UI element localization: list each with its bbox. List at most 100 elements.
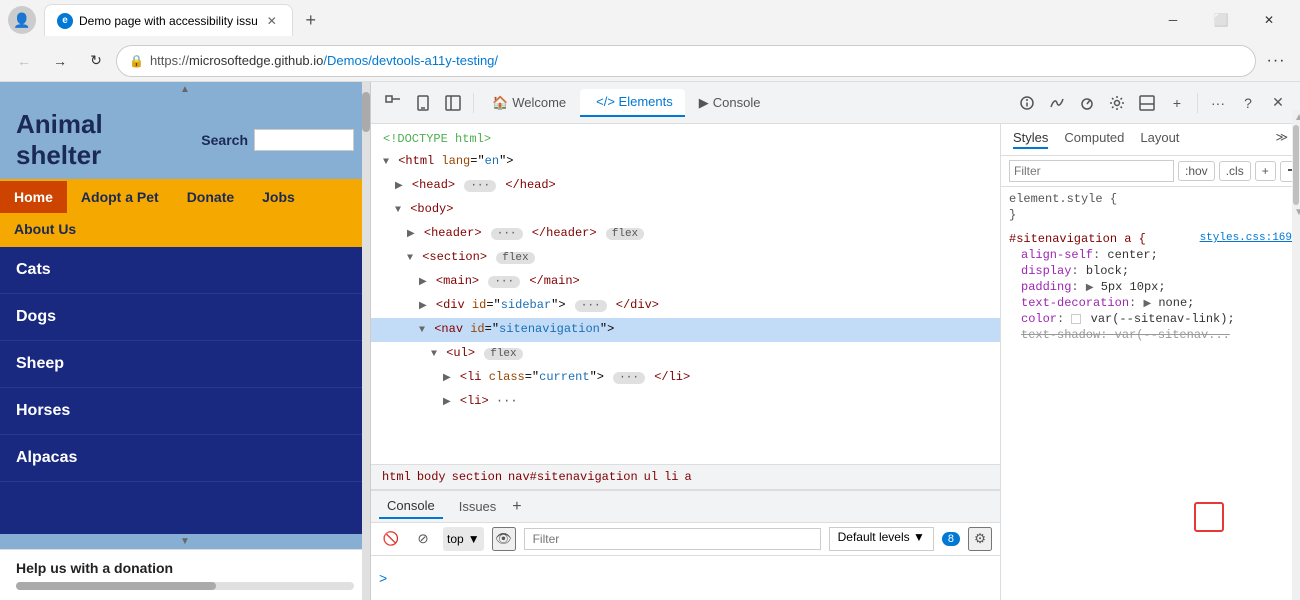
expand-icon[interactable]: ▶ [443, 373, 451, 384]
animal-item-alpacas[interactable]: Alpacas [0, 435, 370, 482]
expand-icon[interactable]: ▶ [419, 301, 427, 312]
bc-ul[interactable]: ul [641, 470, 661, 484]
add-panel-button[interactable]: + [1163, 89, 1191, 117]
title-bar: 👤 Demo page with accessibility issu ✕ + … [0, 0, 1300, 40]
search-input[interactable] [254, 129, 354, 151]
bc-html[interactable]: html [379, 470, 414, 484]
address-bar[interactable]: 🔒 https://microsoftedge.github.io/Demos/… [116, 45, 1256, 77]
padding-expand[interactable]: ▶ [1086, 283, 1094, 294]
tab-elements[interactable]: </> Elements [580, 89, 685, 117]
context-select[interactable]: top ▼ [443, 527, 484, 551]
styles-link[interactable]: styles.css:169 [1200, 232, 1292, 244]
help-button[interactable]: ? [1234, 89, 1262, 117]
tab-close-button[interactable]: ✕ [264, 13, 280, 29]
nav-item-donate[interactable]: Donate [173, 181, 248, 213]
cls-button[interactable]: .cls [1219, 161, 1251, 181]
main-element[interactable]: ▶ <main> ··· </main> [371, 270, 1000, 294]
animal-item-horses[interactable]: Horses [0, 388, 370, 435]
nav-item-about[interactable]: About Us [0, 213, 90, 245]
footer-scrollbar[interactable] [16, 582, 354, 590]
nav-item-home[interactable]: Home [0, 181, 67, 213]
network-icon[interactable] [1043, 89, 1071, 117]
add-console-tab[interactable]: + [512, 498, 521, 516]
animal-item-dogs[interactable]: Dogs [0, 294, 370, 341]
expand-icon[interactable]: ▼ [431, 349, 437, 360]
devtools-toolbar: 🏠 Welcome </> Elements ▶ Console [371, 82, 1300, 124]
styles-scrollbar[interactable]: ▲ ▼ [1292, 124, 1300, 600]
refresh-button[interactable]: ↻ [80, 45, 112, 77]
more-options-button[interactable]: ··· [1204, 89, 1232, 117]
performance-icon[interactable] [1073, 89, 1101, 117]
header-element[interactable]: ▶ <header> ··· </header> flex [371, 222, 1000, 246]
head-element[interactable]: ▶ <head> ··· </head> [371, 174, 1000, 198]
sidebar-toggle-button[interactable] [439, 89, 467, 117]
animal-item-cats[interactable]: Cats [0, 247, 370, 294]
bc-section[interactable]: section [449, 470, 505, 484]
styles-more[interactable]: ≫ [1275, 130, 1288, 149]
nav-item-jobs[interactable]: Jobs [248, 181, 309, 213]
expand-icon[interactable]: ▶ [419, 277, 427, 288]
level-select[interactable]: Default levels ▼ [829, 527, 934, 551]
bc-li[interactable]: li [661, 470, 681, 484]
console-filter-input[interactable] [524, 528, 821, 550]
console-settings-button[interactable]: ⚙ [968, 527, 992, 551]
settings-icon[interactable] [1103, 89, 1131, 117]
inspect-element-button[interactable] [379, 89, 407, 117]
new-tab-button[interactable]: + [297, 6, 325, 34]
body-element[interactable]: ▼ <body> [371, 198, 1000, 222]
li-current[interactable]: ▶ <li class="current"> ··· </li> [371, 366, 1000, 390]
expand-icon[interactable]: ▶ [395, 181, 403, 192]
tab-welcome[interactable]: 🏠 Welcome [480, 89, 578, 117]
toggle-panel-button[interactable] [1133, 89, 1161, 117]
html-element[interactable]: ▼ <html lang="en"> [371, 150, 1000, 174]
expand-icon[interactable]: ▼ [419, 325, 425, 336]
animal-item-sheep[interactable]: Sheep [0, 341, 370, 388]
expand-icon[interactable]: ▶ [443, 397, 451, 408]
profile-icon[interactable]: 👤 [8, 6, 36, 34]
section-element[interactable]: ▼ <section> flex [371, 246, 1000, 270]
scroll-up-arrow[interactable]: ▲ [0, 82, 370, 97]
close-button[interactable]: ✕ [1246, 4, 1292, 36]
forward-button[interactable]: → [44, 45, 76, 77]
stop-button[interactable]: ⊘ [411, 527, 435, 551]
active-tab[interactable]: Demo page with accessibility issu ✕ [44, 4, 293, 36]
close-devtools-button[interactable]: ✕ [1264, 89, 1292, 117]
nav-item-adopt[interactable]: Adopt a Pet [67, 181, 173, 213]
elements-tree[interactable]: <!DOCTYPE html> ▼ <html lang="en"> ▶ <he… [371, 124, 1000, 464]
computed-tab[interactable]: Computed [1064, 130, 1124, 149]
layout-tab[interactable]: Layout [1140, 130, 1179, 149]
html-doctype[interactable]: <!DOCTYPE html> [371, 128, 1000, 150]
tab-console[interactable]: ▶ Console [687, 89, 773, 117]
styles-filter-input[interactable] [1009, 160, 1174, 182]
console-tab[interactable]: Console [379, 494, 443, 519]
expand-icon[interactable]: ▶ [407, 229, 415, 240]
device-toolbar-button[interactable] [409, 89, 437, 117]
restore-button[interactable]: ⬜ [1198, 4, 1244, 36]
div-sidebar[interactable]: ▶ <div id="sidebar"> ··· </div> [371, 294, 1000, 318]
styles-tab[interactable]: Styles [1013, 130, 1048, 149]
scroll-track[interactable] [362, 82, 370, 600]
issues-tab[interactable]: Issues [451, 495, 505, 518]
back-button[interactable]: ← [8, 45, 40, 77]
eye-button[interactable]: 👁 [492, 527, 516, 551]
bc-nav[interactable]: nav#sitenavigation [505, 470, 641, 484]
more-button[interactable]: ··· [1260, 45, 1292, 77]
color-swatch[interactable] [1071, 314, 1081, 324]
bc-a[interactable]: a [681, 470, 694, 484]
ul-element[interactable]: ▼ <ul> flex [371, 342, 1000, 366]
li-second[interactable]: ▶ <li> ··· [371, 390, 1000, 414]
issues-icon[interactable] [1013, 89, 1041, 117]
expand-icon[interactable]: ▼ [407, 253, 413, 264]
expand-icon[interactable]: ▼ [395, 205, 401, 216]
bc-body[interactable]: body [414, 470, 449, 484]
expand-icon[interactable]: ▼ [383, 157, 389, 168]
add-style-button[interactable]: + [1255, 161, 1276, 181]
minimize-button[interactable]: ─ [1150, 4, 1196, 36]
nav-element[interactable]: ▼ <nav id="sitenavigation"> [371, 318, 1000, 342]
clear-console-button[interactable]: 🚫 [379, 527, 403, 551]
hov-button[interactable]: :hov [1178, 161, 1215, 181]
scroll-down-arrow[interactable]: ▼ [0, 534, 370, 549]
scroll-down-arrow-styles[interactable]: ▼ [1292, 205, 1300, 220]
console-toolbar: Console Issues + [371, 491, 1000, 523]
text-decoration-expand[interactable]: ▶ [1143, 299, 1151, 310]
